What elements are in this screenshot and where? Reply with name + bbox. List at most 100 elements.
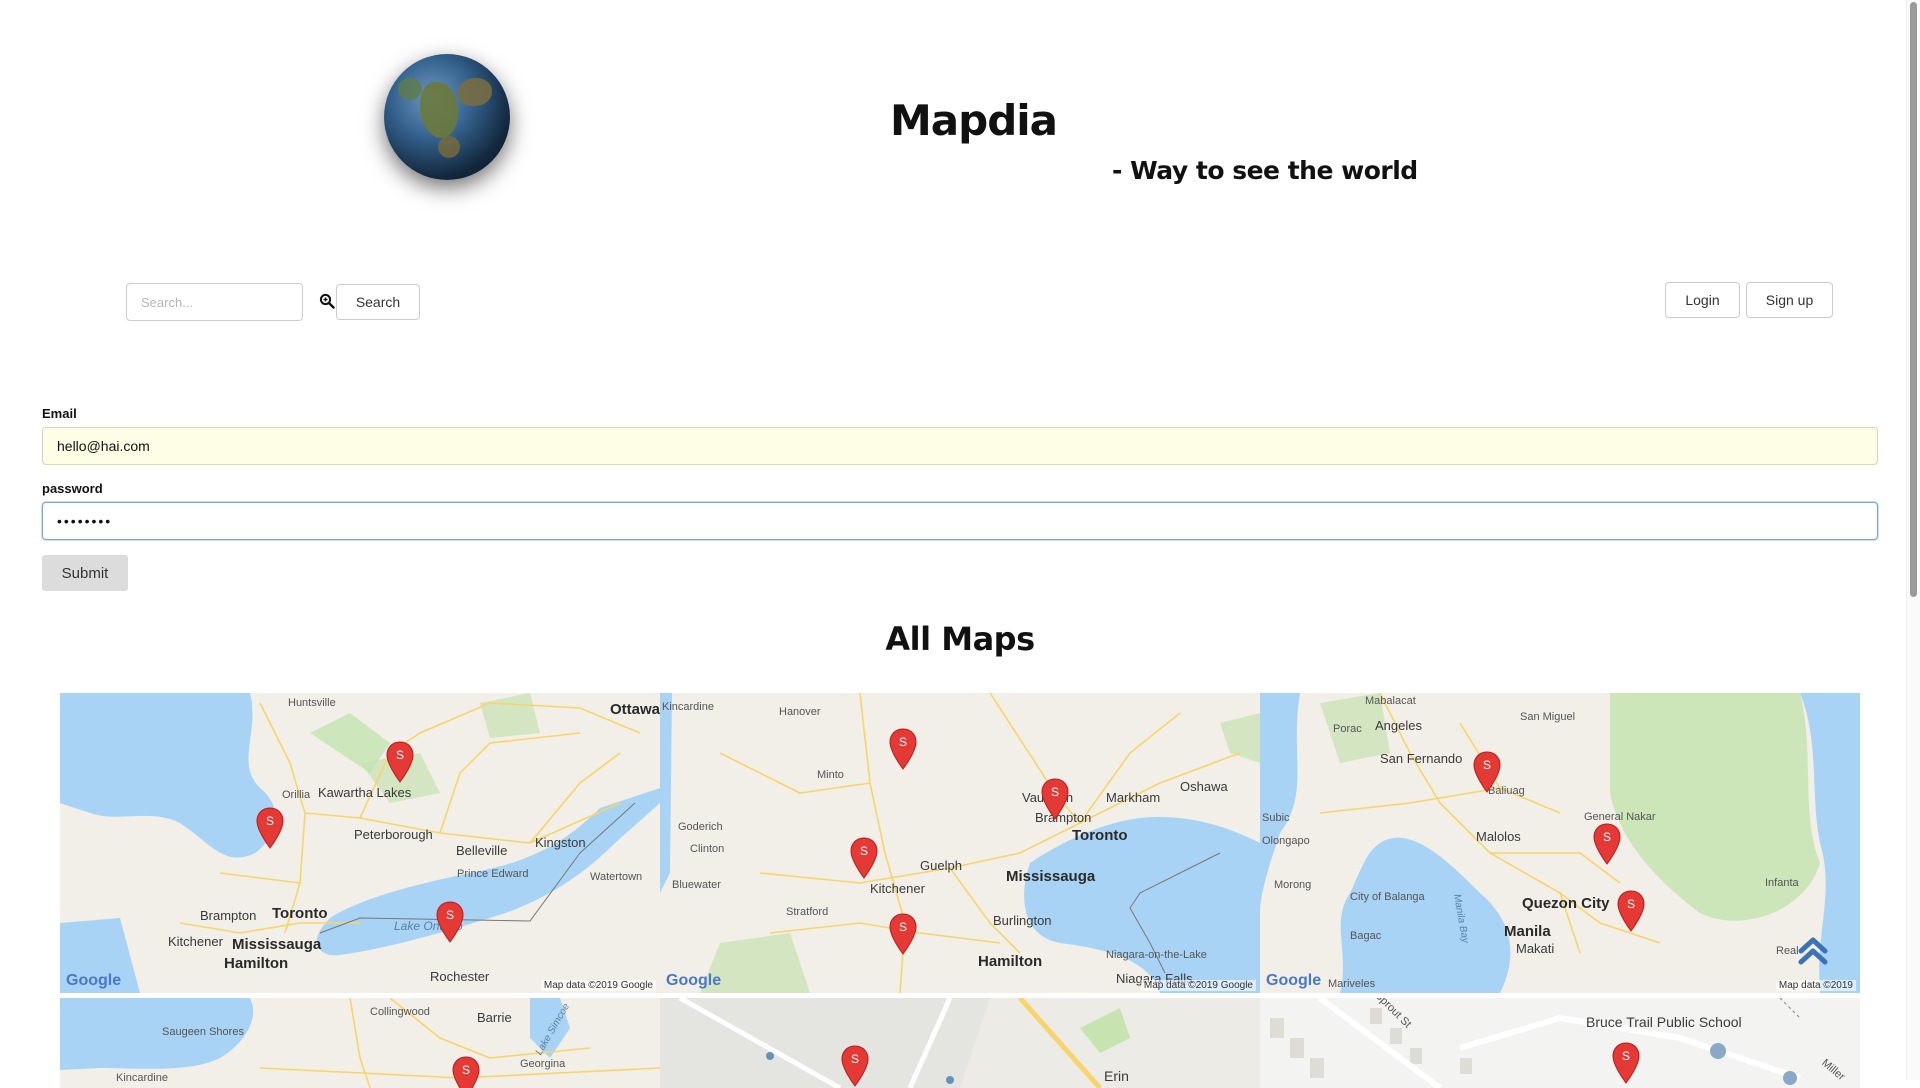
- map-place: Mississauga: [1006, 868, 1096, 885]
- pin-label: S: [396, 748, 404, 762]
- map-place: Georgina: [520, 1058, 566, 1070]
- pin-label: S: [1622, 1049, 1630, 1063]
- search-button[interactable]: Search: [336, 284, 420, 320]
- map-place: Manila: [1504, 923, 1551, 940]
- map-pin[interactable]: S: [1617, 890, 1645, 932]
- map-pin[interactable]: S: [841, 1045, 869, 1087]
- map-place: Niagara-on-the-Lake: [1106, 949, 1207, 961]
- pin-label: S: [446, 908, 454, 922]
- map-pin[interactable]: S: [1041, 778, 1069, 820]
- map-card[interactable]: Sprout St Bruce Trail Public School Mill…: [1260, 998, 1860, 1088]
- map-place: Porac: [1333, 723, 1362, 735]
- map-place: Infanta: [1765, 877, 1799, 889]
- map-place: Belleville: [456, 843, 508, 858]
- search-input[interactable]: [126, 283, 303, 321]
- all-maps-heading: All Maps: [885, 620, 1035, 658]
- map-place: Goderich: [678, 821, 723, 833]
- map-place: City of Balanga: [1350, 891, 1425, 903]
- map-place: Angeles: [1375, 718, 1422, 733]
- map-pin[interactable]: S: [452, 1056, 480, 1088]
- google-logo: Google: [1266, 972, 1322, 989]
- map-place: Morong: [1274, 879, 1312, 891]
- map-place: Prince Edward: [457, 868, 529, 880]
- map-place: Peterborough: [354, 827, 433, 842]
- map-place: Rochester: [430, 969, 490, 984]
- google-logo: Google: [666, 972, 722, 989]
- map-place: Toronto: [272, 905, 328, 922]
- map-background: [660, 998, 1260, 1088]
- map-card[interactable]: Mabalacat Angeles Porac San Miguel San F…: [1260, 693, 1860, 993]
- map-background: [1260, 998, 1860, 1088]
- back-to-top-icon[interactable]: [1795, 933, 1831, 969]
- map-place: Subic: [1262, 812, 1290, 824]
- map-place: Kitchener: [870, 881, 925, 896]
- map-card[interactable]: Erin S: [660, 998, 1260, 1088]
- pin-label: S: [462, 1063, 470, 1077]
- pin-label: S: [851, 1052, 859, 1066]
- map-place: Toronto: [1072, 827, 1128, 844]
- search-icon[interactable]: [319, 293, 335, 309]
- map-pin[interactable]: S: [889, 913, 917, 955]
- scrollbar-thumb[interactable]: [1910, 2, 1917, 597]
- email-field[interactable]: [42, 427, 1878, 465]
- map-background: [1260, 693, 1860, 993]
- map-place: Clinton: [690, 843, 725, 855]
- map-pin[interactable]: S: [1612, 1042, 1640, 1084]
- map-place: Stratford: [786, 906, 829, 918]
- map-place: Barrie: [477, 1010, 512, 1025]
- map-credit: Map data ©2019 Google: [540, 980, 656, 991]
- map-background: [660, 693, 1260, 993]
- pin-label: S: [1483, 758, 1491, 772]
- pin-label: S: [1603, 830, 1611, 844]
- submit-button[interactable]: Submit: [42, 555, 128, 591]
- map-place: Orillia: [282, 789, 311, 801]
- map-card[interactable]: Collingwood Barrie Saugeen Shores Georgi…: [60, 998, 660, 1088]
- map-place: Huntsville: [288, 697, 336, 709]
- map-place: Watertown: [590, 871, 643, 883]
- map-place: Mississauga: [232, 936, 322, 953]
- map-place: Mariveles: [1328, 978, 1376, 990]
- site-tagline: - Way to see the world: [1112, 156, 1418, 185]
- map-card[interactable]: Huntsville Ottawa Kawartha Lakes Orillia…: [60, 693, 660, 993]
- password-label: password: [42, 481, 103, 496]
- map-pin[interactable]: S: [256, 807, 284, 849]
- map-place: Kawartha Lakes: [318, 785, 412, 800]
- map-place: Ottawa: [610, 701, 660, 718]
- map-place: San Fernando: [1380, 751, 1463, 766]
- map-pin[interactable]: S: [1593, 823, 1621, 865]
- map-place: Kincardine: [662, 701, 714, 713]
- google-logo: Google: [66, 972, 122, 989]
- map-place: San Miguel: [1520, 711, 1576, 723]
- map-place: Oshawa: [1180, 779, 1228, 794]
- pin-label: S: [1627, 897, 1635, 911]
- map-place: Hanover: [779, 706, 821, 718]
- pin-label: S: [860, 844, 868, 858]
- map-pin[interactable]: S: [386, 741, 414, 783]
- map-place: Makati: [1516, 941, 1555, 956]
- page-scrollbar[interactable]: [1906, 0, 1920, 1080]
- map-place: General Nakar: [1584, 811, 1656, 823]
- map-place: Kitchener: [168, 934, 223, 949]
- password-field[interactable]: [42, 502, 1878, 540]
- site-title: Mapdia: [890, 96, 1058, 145]
- map-place: Guelph: [920, 858, 962, 873]
- signup-button[interactable]: Sign up: [1746, 282, 1833, 318]
- map-place: Collingwood: [370, 1006, 430, 1018]
- map-place: Kincardine: [116, 1072, 168, 1084]
- map-place: Mabalacat: [1365, 695, 1416, 707]
- map-credit: Map data ©2019: [1775, 980, 1856, 991]
- map-place: Kingston: [535, 835, 586, 850]
- map-place: Bruce Trail Public School: [1586, 1014, 1742, 1030]
- map-place: Markham: [1106, 790, 1161, 805]
- map-place: Bagac: [1350, 930, 1382, 942]
- map-place: Burlington: [993, 913, 1052, 928]
- map-pin[interactable]: S: [889, 728, 917, 770]
- map-pin[interactable]: S: [850, 837, 878, 879]
- login-button[interactable]: Login: [1665, 282, 1740, 318]
- pin-label: S: [899, 735, 907, 749]
- map-pin[interactable]: S: [1473, 751, 1501, 793]
- map-place: Malolos: [1476, 829, 1521, 844]
- map-pin[interactable]: S: [436, 901, 464, 943]
- map-card[interactable]: Kincardine Hanover Minto Goderich Clinto…: [660, 693, 1260, 993]
- pin-label: S: [899, 920, 907, 934]
